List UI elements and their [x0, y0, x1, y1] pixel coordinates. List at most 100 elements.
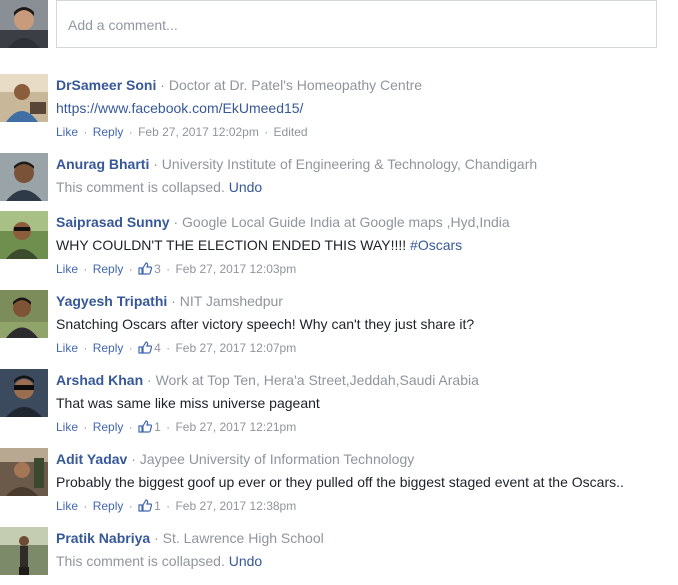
author-name[interactable]: Pratik Nabriya [56, 530, 150, 546]
comment-text: https://www.facebook.com/EkUmeed15/ [56, 99, 678, 117]
reply-link[interactable]: Reply [93, 341, 124, 355]
undo-link[interactable]: Undo [229, 553, 262, 569]
thumbs-up-icon[interactable] [138, 262, 153, 275]
collapsed-notice: This comment is collapsed. Undo [56, 552, 678, 570]
separator-dot: · [128, 262, 133, 276]
separator-dot: · [83, 341, 88, 355]
separator-dot: · [128, 125, 133, 139]
comment-timestamp[interactable]: Feb 27, 2017 12:03pm [175, 262, 296, 276]
like-count[interactable]: 4 [154, 341, 161, 355]
comment-text: WHY COULDN'T THE ELECTION ENDED THIS WAY… [56, 236, 678, 254]
separator-dot: · [166, 420, 171, 434]
author-subtitle: NIT Jamshedpur [179, 293, 283, 309]
separator-dot: · [83, 262, 88, 276]
comment-item-collapsed: Anurag Bharti · University Institute of … [0, 153, 678, 211]
comment-item: Saiprasad Sunny · Google Local Guide Ind… [0, 211, 678, 290]
comment-actions: Like · Reply · Feb 27, 2017 12:02pm · Ed… [56, 124, 678, 140]
collapsed-text: This comment is collapsed. [56, 553, 225, 569]
comment-item: Arshad Khan · Work at Top Ten, Hera'a St… [0, 369, 678, 448]
commenter-avatar[interactable] [0, 369, 48, 417]
author-name[interactable]: DrSameer Soni [56, 77, 156, 93]
comment-item: Adit Yadav · Jaypee University of Inform… [0, 448, 678, 527]
comment-text-body: WHY COULDN'T THE ELECTION ENDED THIS WAY… [56, 237, 411, 253]
separator-dot: · [153, 156, 158, 172]
comment-body: Arshad Khan · Work at Top Ten, Hera'a St… [56, 371, 678, 435]
reply-link[interactable]: Reply [93, 125, 124, 139]
separator-dot: · [160, 77, 165, 93]
author-name[interactable]: Arshad Khan [56, 372, 143, 388]
reply-link[interactable]: Reply [93, 420, 124, 434]
like-link[interactable]: Like [56, 499, 78, 513]
reply-link[interactable]: Reply [93, 262, 124, 276]
separator-dot: · [147, 372, 152, 388]
comment-actions: Like · Reply · 3 · Feb 27, 2017 12:03pm [56, 261, 678, 277]
reply-link[interactable]: Reply [93, 499, 124, 513]
comment-link[interactable]: https://www.facebook.com/EkUmeed15/ [56, 100, 303, 116]
comment-composer: Add a comment... [0, 0, 678, 52]
like-count[interactable]: 3 [154, 262, 161, 276]
edited-label[interactable]: Edited [274, 125, 308, 139]
comment-body: Adit Yadav · Jaypee University of Inform… [56, 450, 678, 514]
author-name[interactable]: Adit Yadav [56, 451, 127, 467]
comment-timestamp[interactable]: Feb 27, 2017 12:07pm [175, 341, 296, 355]
undo-link[interactable]: Undo [229, 179, 262, 195]
collapsed-text: This comment is collapsed. [56, 179, 225, 195]
separator-dot: · [128, 420, 133, 434]
comment-body: Saiprasad Sunny · Google Local Guide Ind… [56, 213, 678, 277]
like-count[interactable]: 1 [154, 499, 161, 513]
comment-body: Anurag Bharti · University Institute of … [56, 155, 678, 196]
like-count[interactable]: 1 [154, 420, 161, 434]
commenter-avatar[interactable] [0, 74, 48, 122]
comment-item: DrSameer Soni · Doctor at Dr. Patel's Ho… [0, 74, 678, 153]
separator-dot: · [83, 420, 88, 434]
comment-timestamp[interactable]: Feb 27, 2017 12:21pm [175, 420, 296, 434]
add-comment-input[interactable]: Add a comment... [56, 0, 657, 48]
commenter-avatar[interactable] [0, 448, 48, 496]
separator-dot: · [83, 499, 88, 513]
commenter-avatar[interactable] [0, 527, 48, 575]
separator-dot: · [166, 262, 171, 276]
current-user-avatar[interactable] [0, 0, 48, 48]
separator-dot: · [171, 293, 176, 309]
like-link[interactable]: Like [56, 420, 78, 434]
comment-item: Yagyesh Tripathi · NIT Jamshedpur Snatch… [0, 290, 678, 369]
author-subtitle: Doctor at Dr. Patel's Homeopathy Centre [168, 77, 423, 93]
commenter-avatar[interactable] [0, 211, 48, 259]
comment-actions: Like · Reply · 1 · Feb 27, 2017 12:38pm [56, 498, 678, 514]
thumbs-up-icon[interactable] [138, 420, 153, 433]
comment-text: That was same like miss universe pageant [56, 395, 320, 411]
commenter-avatar[interactable] [0, 153, 48, 201]
separator-dot: · [166, 341, 171, 355]
author-subtitle: Google Local Guide India at Google maps … [182, 214, 510, 230]
author-name[interactable]: Anurag Bharti [56, 156, 149, 172]
comment-timestamp[interactable]: Feb 27, 2017 12:02pm [138, 125, 259, 139]
comment-text: Snatching Oscars after victory speech! W… [56, 316, 475, 332]
collapsed-notice: This comment is collapsed. Undo [56, 178, 678, 196]
commenter-avatar[interactable] [0, 290, 48, 338]
separator-dot: · [173, 214, 179, 230]
hashtag-link[interactable]: #Oscars [410, 237, 462, 253]
comment-text: Probably the biggest goof up ever or the… [56, 474, 624, 490]
comment-list: DrSameer Soni · Doctor at Dr. Patel's Ho… [0, 74, 678, 585]
separator-dot: · [131, 451, 136, 467]
author-name[interactable]: Yagyesh Tripathi [56, 293, 167, 309]
separator-dot: · [264, 125, 269, 139]
like-link[interactable]: Like [56, 262, 78, 276]
separator-dot: · [128, 341, 133, 355]
thumbs-up-icon[interactable] [138, 499, 153, 512]
thumbs-up-icon[interactable] [138, 341, 153, 354]
comment-item-collapsed: Pratik Nabriya · St. Lawrence High Schoo… [0, 527, 678, 585]
comment-timestamp[interactable]: Feb 27, 2017 12:38pm [175, 499, 296, 513]
comment-body: DrSameer Soni · Doctor at Dr. Patel's Ho… [56, 76, 678, 140]
like-link[interactable]: Like [56, 125, 78, 139]
separator-dot: · [83, 125, 88, 139]
like-link[interactable]: Like [56, 341, 78, 355]
comment-body: Pratik Nabriya · St. Lawrence High Schoo… [56, 529, 678, 570]
author-subtitle: St. Lawrence High School [162, 530, 324, 546]
comment-body: Yagyesh Tripathi · NIT Jamshedpur Snatch… [56, 292, 678, 356]
separator-dot: · [154, 530, 159, 546]
author-name[interactable]: Saiprasad Sunny [56, 214, 170, 230]
separator-dot: · [166, 499, 171, 513]
author-subtitle: Work at Top Ten, Hera'a Street,Jeddah,Sa… [155, 372, 479, 388]
author-subtitle: University Institute of Engineering & Te… [161, 156, 538, 172]
